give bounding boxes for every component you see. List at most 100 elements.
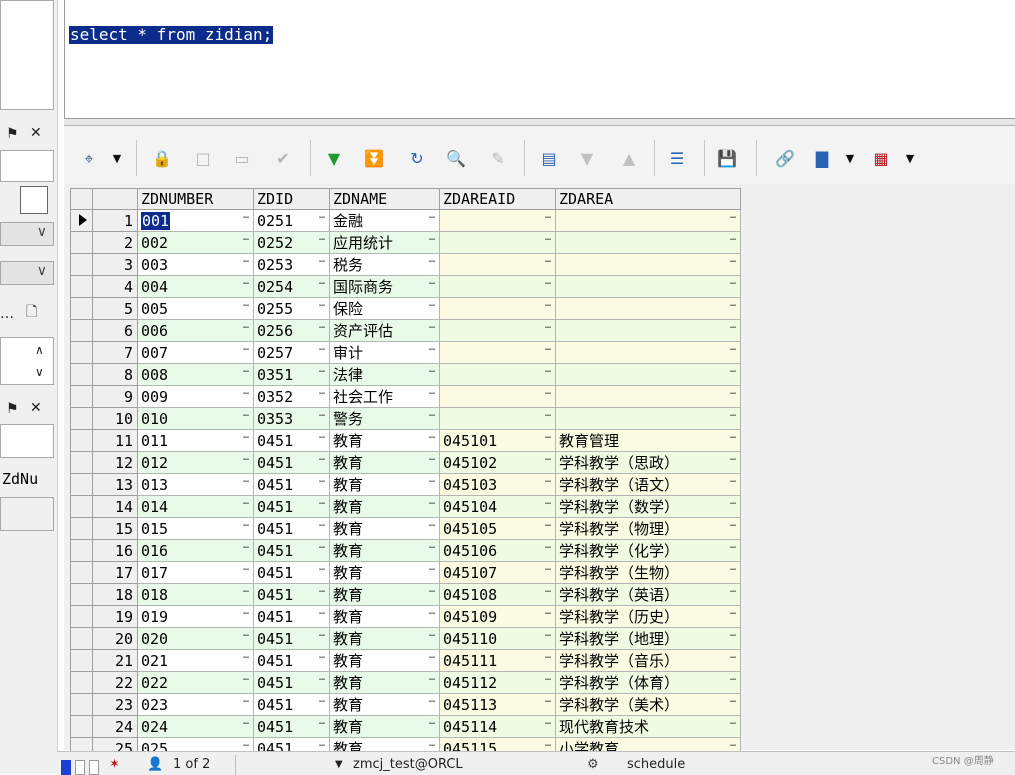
cell-editor-button[interactable]: … xyxy=(243,343,249,355)
row-indicator[interactable] xyxy=(70,319,93,342)
grid-cell[interactable]: 002… xyxy=(137,231,254,254)
grid-cell[interactable]: … xyxy=(555,253,741,276)
cell-editor-button[interactable]: … xyxy=(429,563,435,575)
cell-editor-button[interactable]: … xyxy=(243,717,249,729)
row-indicator[interactable] xyxy=(70,231,93,254)
grid-cell[interactable]: … xyxy=(555,363,741,386)
cell-editor-button[interactable]: … xyxy=(545,695,551,707)
cell-editor-button[interactable]: … xyxy=(545,739,551,751)
cell-editor-button[interactable]: … xyxy=(243,673,249,685)
cell-editor-button[interactable]: … xyxy=(730,695,736,707)
cell-editor-button[interactable]: … xyxy=(730,563,736,575)
cell-editor-button[interactable]: … xyxy=(545,409,551,421)
grid-cell[interactable]: 税务… xyxy=(329,253,440,276)
grid-cell[interactable]: 法律… xyxy=(329,363,440,386)
cell-editor-button[interactable]: … xyxy=(545,519,551,531)
cell-editor-button[interactable]: … xyxy=(243,321,249,333)
sql-text-selected[interactable]: select * from zidian; xyxy=(69,26,274,44)
grid-cell[interactable]: 0451… xyxy=(253,671,330,694)
delete-record-icon[interactable]: ▭ xyxy=(231,148,253,170)
table-row[interactable]: 1 001… 0251… 金融……… xyxy=(70,209,741,232)
cell-editor-button[interactable]: … xyxy=(545,277,551,289)
cell-editor-button[interactable]: … xyxy=(429,541,435,553)
cell-editor-button[interactable]: … xyxy=(319,695,325,707)
connection-info[interactable]: zmcj_test@ORCL xyxy=(353,755,463,775)
cell-editor-button[interactable]: … xyxy=(319,519,325,531)
row-indicator[interactable] xyxy=(70,473,93,496)
grid-cell[interactable]: 保险… xyxy=(329,297,440,320)
grid-cell[interactable]: 教育… xyxy=(329,429,440,452)
grid-cell[interactable]: 现代教育技术… xyxy=(555,715,741,738)
grid-cell[interactable]: 0451… xyxy=(253,715,330,738)
cell-editor-button[interactable]: … xyxy=(730,233,736,245)
cell-editor-button[interactable]: … xyxy=(429,255,435,267)
grid-cell[interactable]: 012… xyxy=(137,451,254,474)
grid-cell[interactable]: 0252… xyxy=(253,231,330,254)
cell-editor-button[interactable]: … xyxy=(429,299,435,311)
row-indicator[interactable] xyxy=(70,495,93,518)
pin-icon[interactable]: ⚑ xyxy=(6,126,19,142)
cell-editor-button[interactable]: … xyxy=(319,321,325,333)
scroll-up-icon[interactable]: ∧ xyxy=(35,342,44,358)
row-indicator[interactable] xyxy=(70,539,93,562)
grid-cell[interactable]: 0253… xyxy=(253,253,330,276)
cell-editor-button[interactable]: … xyxy=(545,211,551,223)
grid-cell[interactable]: 016… xyxy=(137,539,254,562)
cell-editor-button[interactable]: … xyxy=(730,365,736,377)
cell-editor-button[interactable]: … xyxy=(429,365,435,377)
grid-cell[interactable]: … xyxy=(439,385,556,408)
row-indicator[interactable] xyxy=(70,627,93,650)
column-header[interactable]: ZDID xyxy=(253,188,330,210)
cell-editor-button[interactable]: … xyxy=(545,299,551,311)
table-row[interactable]: 23 023… 0451… 教育… 045113… 学科教学（美术）… xyxy=(70,693,741,716)
row-indicator[interactable] xyxy=(70,693,93,716)
grid-cell[interactable]: 045108… xyxy=(439,583,556,606)
dropdown-arrow-icon[interactable]: ▼ xyxy=(899,148,921,170)
find-icon[interactable]: 🔍 xyxy=(445,148,467,170)
left-panel-field-3[interactable] xyxy=(0,497,54,531)
post-record-icon[interactable]: ✔ xyxy=(272,148,294,170)
grid-cell[interactable]: 学科教学（英语）… xyxy=(555,583,741,606)
cell-editor-button[interactable]: … xyxy=(429,409,435,421)
table-row[interactable]: 12 012… 0451… 教育… 045102… 学科教学（思政）… xyxy=(70,451,741,474)
table-row[interactable]: 20 020… 0451… 教育… 045110… 学科教学（地理）… xyxy=(70,627,741,650)
query-by-example-icon[interactable]: ▤ xyxy=(538,148,560,170)
left-panel-combo-1[interactable]: ∨ xyxy=(0,222,54,246)
cell-editor-button[interactable]: … xyxy=(243,695,249,707)
grid-cell[interactable]: 045104… xyxy=(439,495,556,518)
cell-editor-button[interactable]: … xyxy=(429,211,435,223)
grid-cell[interactable]: … xyxy=(555,319,741,342)
cell-editor-button[interactable]: … xyxy=(545,673,551,685)
cell-editor-button[interactable]: … xyxy=(319,299,325,311)
grid-cell[interactable]: … xyxy=(439,253,556,276)
cell-editor-button[interactable]: … xyxy=(545,717,551,729)
grid-cell[interactable]: 审计… xyxy=(329,341,440,364)
grid-cell[interactable]: 资产评估… xyxy=(329,319,440,342)
cell-editor-button[interactable]: … xyxy=(730,519,736,531)
grid-cell[interactable]: 023… xyxy=(137,693,254,716)
grid-cell[interactable]: 教育管理… xyxy=(555,429,741,452)
cell-editor-button[interactable]: … xyxy=(243,299,249,311)
cell-editor-button[interactable]: … xyxy=(730,299,736,311)
grid-cell[interactable]: 0451… xyxy=(253,649,330,672)
cell-editor-button[interactable]: … xyxy=(243,277,249,289)
cell-editor-button[interactable]: … xyxy=(319,365,325,377)
cell-editor-button[interactable]: … xyxy=(429,343,435,355)
row-indicator[interactable] xyxy=(70,297,93,320)
cell-editor-button[interactable]: … xyxy=(730,541,736,553)
grid-cell[interactable]: 0451… xyxy=(253,561,330,584)
table-row[interactable]: 14 014… 0451… 教育… 045104… 学科教学（数学）… xyxy=(70,495,741,518)
grid-cell[interactable]: … xyxy=(555,209,741,232)
grid-cell[interactable]: 0451… xyxy=(253,539,330,562)
grid-cell[interactable]: 017… xyxy=(137,561,254,584)
grid-cell[interactable]: … xyxy=(439,319,556,342)
grid-cell[interactable]: … xyxy=(439,297,556,320)
column-header[interactable]: ZDAREA xyxy=(555,188,741,210)
grid-cell[interactable]: 国际商务… xyxy=(329,275,440,298)
row-indicator[interactable] xyxy=(70,451,93,474)
grid-cell[interactable]: 005… xyxy=(137,297,254,320)
grid-cell[interactable]: 教育… xyxy=(329,605,440,628)
grid-cell[interactable]: 教育… xyxy=(329,627,440,650)
grid-cell[interactable]: 0254… xyxy=(253,275,330,298)
cell-editor-button[interactable]: … xyxy=(319,673,325,685)
